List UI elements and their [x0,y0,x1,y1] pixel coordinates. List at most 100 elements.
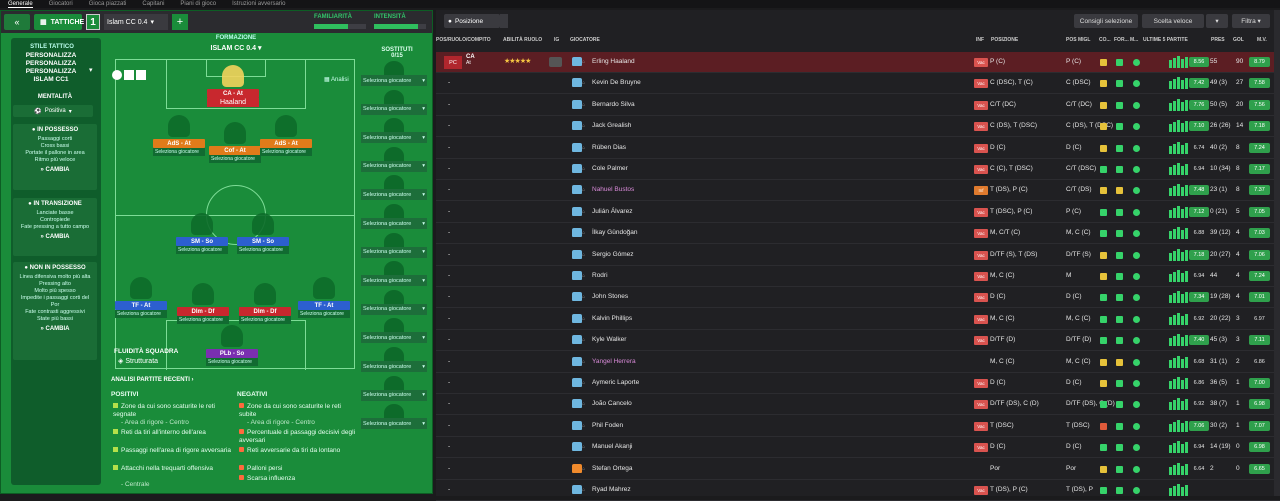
sub-select[interactable]: Seleziona giocatore ▾ [361,189,427,201]
player-row[interactable]: - ⌂ Kevin De Bruyne Vac C (DSC), T (C) C (DSC… [436,73,1280,95]
nav-giocatori[interactable]: Giocatori [49,0,73,8]
nav-istruzioni[interactable]: Istruzioni avversario [232,0,285,8]
col-ig[interactable]: IG [554,37,559,43]
tactic-select[interactable]: Islam CC 0.4 ▾ [104,14,168,30]
col-m[interactable]: M... [1130,37,1138,43]
player-row[interactable]: - ⌂ Julián Álvarez Vac T (DSC), P (C) P (C) 7.… [436,202,1280,223]
player-name[interactable]: İlkay Gündoğan [592,229,638,236]
sub-select[interactable]: Seleziona giocatore ▾ [361,303,427,315]
player-name[interactable]: Sergio Gómez [592,251,634,258]
sub-select[interactable]: Seleziona giocatore ▾ [361,389,427,401]
col-pos[interactable]: POS/RUOLO/COMPITO [436,37,491,43]
player-row[interactable]: - ⌂ John Stones Vac D (C) D (C) 7.34 19 (28) 4 7.… [436,287,1280,309]
position-tag[interactable]: PC [444,56,462,69]
chart-icon[interactable] [124,70,134,80]
player-row[interactable]: - ⌂ Cole Palmer Vac C (C), T (DSC) C/T (DSC) 6… [436,159,1280,180]
position-player-select[interactable]: Seleziona giocatore [237,246,289,254]
change-button[interactable]: » CAMBIA [13,234,97,240]
sub-select[interactable]: Seleziona giocatore ▾ [361,132,427,144]
player-row[interactable]: - ⌂ Bernardo Silva Vac C/T (DC) C/T (DC) 7.76 5… [436,95,1280,116]
chevron-down-icon[interactable]: ▾ [1206,14,1228,28]
player-name[interactable]: Yangel Herrera [592,358,636,365]
position-role[interactable]: AdS - At [260,139,312,148]
col-ability[interactable]: ABILITÀ RUOLO [503,37,542,43]
position-role[interactable]: CA - At [207,89,259,98]
selection-advice-button[interactable]: Consigli selezione [1074,14,1138,28]
player-row[interactable]: - ⌂ Aymeric Laporte Vac D (C) D (C) 6.86 36 (5)… [436,373,1280,394]
player-row[interactable]: - ⌂ Phil Foden Vac T (DSC) T (DSC) 7.06 30 (2) 1… [436,416,1280,437]
player-row[interactable]: - ⌂ João Cancelo Vac D/TF (DS), C (D) D/TF (D… [436,394,1280,416]
player-row[interactable]: - ⌂ Kalvin Phillips Vac M, C (C) M, C (C) 6.92… [436,309,1280,330]
player-row[interactable]: - ⌂ Nahuel Bustos Inf T (DS), P (C) C/T (DS) 7… [436,180,1280,202]
player-name[interactable]: Jack Grealish [592,122,631,129]
change-button[interactable]: » CAMBIA [13,167,97,173]
sub-select[interactable]: Seleziona giocatore ▾ [361,103,427,115]
change-button[interactable]: » CAMBIA [13,326,97,332]
position-player-select[interactable]: Seleziona giocatore [209,155,261,163]
filter-button[interactable]: Filtra ▾ [1232,14,1270,28]
tactics-tab[interactable]: ▦ TATTICHE [34,14,84,30]
analysis-title[interactable]: ANALISI PARTITE RECENTI › [111,377,429,383]
player-name[interactable]: Aymeric Laporte [592,379,639,386]
collapse-button[interactable]: « [4,14,30,30]
position-player-select[interactable]: Seleziona giocatore [260,148,312,156]
col-form[interactable]: FOR... [1114,37,1129,43]
sub-select[interactable]: Seleziona giocatore ▾ [361,275,427,287]
position-player-select[interactable]: Seleziona giocatore [115,310,167,318]
position-role[interactable]: Cof - At [209,146,261,155]
position-player-select[interactable]: Haaland [207,98,259,107]
position-role[interactable]: TF - At [298,301,350,310]
sub-select[interactable]: Seleziona giocatore ▾ [361,246,427,258]
col-best[interactable]: POS MIGL [1066,37,1090,43]
player-row[interactable]: - ⌂ Manuel Akanji Vac D (C) D (C) 6.94 14 (19) 0… [436,437,1280,459]
col-goals[interactable]: GOL [1233,37,1244,43]
player-name[interactable]: Kevin De Bruyne [592,79,641,86]
nav-piazzati[interactable]: Gioca piazzati [89,0,127,8]
add-tactic-button[interactable]: + [172,14,188,30]
position-role[interactable]: Dlm - Df [177,307,229,316]
player-name[interactable]: Bernardo Silva [592,101,635,108]
list-icon[interactable] [136,70,146,80]
player-row[interactable]: - ⌂ Kyle Walker Vac D/TF (D) D/TF (D) 7.40 45 (… [436,330,1280,352]
chevron-down-icon[interactable]: ▾ [89,66,93,74]
player-row[interactable]: - ⌂ İlkay Gündoğan Vac M, C/T (C) M, C (C) 6.8… [436,223,1280,245]
player-name[interactable]: Ryad Mahrez [592,486,631,493]
sub-select[interactable]: Seleziona giocatore ▾ [361,418,427,430]
position-filter[interactable]: ● Posizione [444,14,500,28]
player-name[interactable]: Stefan Ortega [592,465,632,472]
analysis-toggle[interactable]: ▦ Analisi [324,76,349,83]
col-cond[interactable]: CO... [1099,37,1111,43]
sub-select[interactable]: Seleziona giocatore ▾ [361,160,427,172]
tactic-number[interactable]: 1 [86,14,100,30]
position-player-select[interactable]: Seleziona giocatore [206,358,258,366]
position-role[interactable]: TF - At [115,301,167,310]
position-role[interactable]: Dlm - Df [239,307,291,316]
position-player-select[interactable]: Seleziona giocatore [239,316,291,324]
nav-capitani[interactable]: Capitani [142,0,164,8]
col-apps[interactable]: PRES [1211,37,1225,43]
player-row[interactable]: - ⌂ Jack Grealish Vac C (DS), T (DSC) C (DS),… [436,116,1280,138]
player-name[interactable]: Rúben Dias [592,144,626,151]
player-name[interactable]: Manuel Akanji [592,443,632,450]
player-row[interactable]: - ⌂ Rúben Dias Vac D (C) D (C) 6.74 40 (2) 8 7.24 [436,138,1280,159]
player-name[interactable]: Phil Foden [592,422,623,429]
style-name[interactable]: PERSONALIZZA PERSONALIZZA PERSONALIZZA I… [15,52,87,84]
mentality-select[interactable]: ⚽ Positiva ▾ [13,105,93,117]
nav-generale[interactable]: Generale [8,0,33,8]
position-filter-chevron[interactable] [500,14,508,28]
sub-select[interactable]: Seleziona giocatore ▾ [361,332,427,344]
player-name[interactable]: Kalvin Phillips [592,315,632,322]
player-name[interactable]: Nahuel Bustos [592,186,634,193]
position-player-select[interactable]: Seleziona giocatore [153,148,205,156]
nav-piani[interactable]: Piani di gioco [180,0,216,8]
sub-select[interactable]: Seleziona giocatore ▾ [361,361,427,372]
col-avg-rating[interactable]: M.V. [1257,37,1267,43]
position-player-select[interactable]: Seleziona giocatore [298,310,350,318]
position-role[interactable]: SM - So [237,237,289,246]
player-name[interactable]: Erling Haaland [592,58,635,65]
position-role[interactable]: PLb - So [206,349,258,358]
position-player-select[interactable]: Seleziona giocatore [176,246,228,254]
sub-select[interactable]: Seleziona giocatore ▾ [361,218,427,229]
sub-select[interactable]: Seleziona giocatore ▾ [361,75,427,86]
position-player-select[interactable]: Seleziona giocatore [177,316,229,324]
